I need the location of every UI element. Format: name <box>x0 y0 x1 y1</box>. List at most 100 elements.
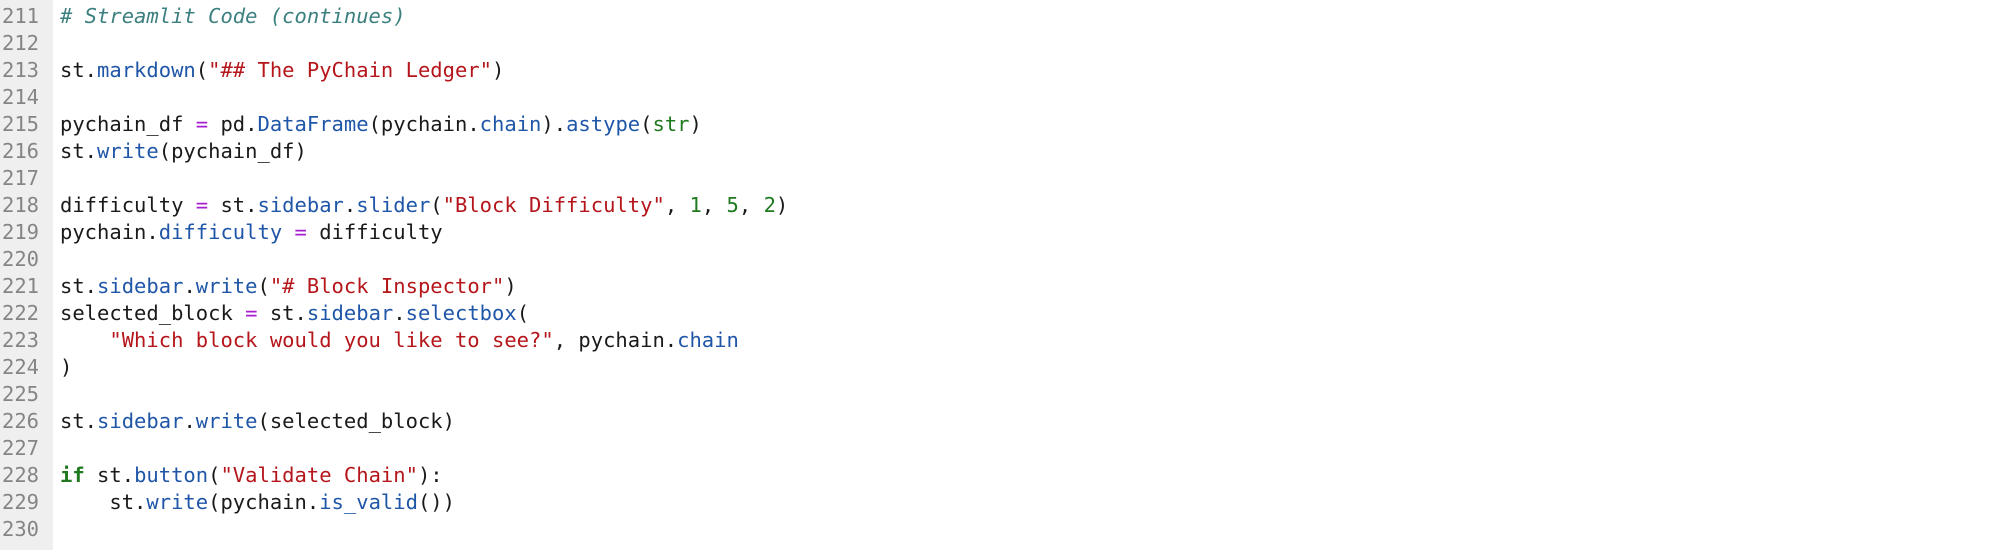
code-token: ( <box>516 301 530 325</box>
line-number: 225 <box>2 382 40 406</box>
line-number: 213 <box>2 58 40 82</box>
code-token: selected_block <box>60 301 246 325</box>
code-token: "# Block Inspector" <box>269 274 505 298</box>
code-editor[interactable]: 211 # Streamlit Code (continues) 212 213 st.… <box>0 0 2010 550</box>
line-number: 218 <box>2 193 40 217</box>
line-code: st.write(pychain_df) <box>60 138 307 165</box>
line-code: difficulty = st.sidebar.slider("Block Di… <box>60 192 788 219</box>
code-token: , <box>738 193 764 217</box>
code-token: st. <box>60 274 98 298</box>
code-token: ): <box>417 463 443 487</box>
code-token: 2 <box>763 193 776 217</box>
code-token: (selected_block) <box>257 409 455 433</box>
line-code: pychain_df = pd.DataFrame(pychain.chain)… <box>60 111 702 138</box>
code-line[interactable]: 223 "Which block would you like to see?"… <box>0 327 739 354</box>
code-token: ) <box>60 355 73 379</box>
code-token: write <box>146 490 209 514</box>
line-number: 217 <box>2 166 40 190</box>
code-token: pychain. <box>60 220 159 244</box>
code-token: sidebar <box>97 409 184 433</box>
code-token: button <box>134 463 209 487</box>
code-token: = <box>294 220 307 244</box>
code-line[interactable]: 212 <box>0 30 46 57</box>
line-number: 222 <box>2 301 40 325</box>
code-line[interactable]: 213 st.markdown("## The PyChain Ledger") <box>0 57 504 84</box>
line-number: 215 <box>2 112 40 136</box>
code-token: st. <box>257 301 307 325</box>
code-token: ) <box>775 193 789 217</box>
code-token: st. <box>84 463 135 487</box>
code-token: ) <box>504 274 517 298</box>
code-token: , <box>701 193 727 217</box>
line-number: 230 <box>2 517 40 541</box>
code-line[interactable]: 227 <box>0 435 46 462</box>
line-code: # Streamlit Code (continues) <box>60 3 406 30</box>
line-number: 226 <box>2 409 40 433</box>
line-code: if st.button("Validate Chain"): <box>60 462 443 489</box>
code-token: st. <box>60 139 98 163</box>
line-code: selected_block = st.sidebar.selectbox( <box>60 300 529 327</box>
code-token: (pychain. <box>368 112 480 136</box>
code-token: ( <box>640 112 653 136</box>
code-line[interactable]: 230 <box>0 516 46 543</box>
code-token: . <box>183 409 196 433</box>
code-line[interactable]: 221 st.sidebar.write("# Block Inspector") <box>0 273 517 300</box>
code-token: ). <box>541 112 567 136</box>
code-token: "## The PyChain Ledger" <box>208 58 492 82</box>
code-token: "Which block would you like to see?" <box>109 328 554 352</box>
code-line[interactable]: 228 if st.button("Validate Chain"): <box>0 462 443 489</box>
line-code: ) <box>60 354 72 381</box>
code-line[interactable]: 216 st.write(pychain_df) <box>0 138 307 165</box>
code-line[interactable]: 224) <box>0 354 72 381</box>
code-token: , pychain. <box>553 328 678 352</box>
code-token: (pychain_df) <box>158 139 307 163</box>
code-line[interactable]: 218 difficulty = st.sidebar.slider("Block… <box>0 192 788 219</box>
code-token: markdown <box>97 58 196 82</box>
code-token: 5 <box>726 193 739 217</box>
code-token: write <box>97 139 159 163</box>
code-line[interactable]: 214 <box>0 84 46 111</box>
code-token: ( <box>257 274 270 298</box>
code-line[interactable]: 219 pychain.difficulty = difficulty <box>0 219 443 246</box>
code-token: ( <box>430 193 443 217</box>
line-number: 219 <box>2 220 40 244</box>
code-token: selectbox <box>405 301 517 325</box>
line-number: 224 <box>2 355 40 379</box>
code-token: # Streamlit Code (continues) <box>60 4 406 28</box>
line-code: "Which block would you like to see?", py… <box>60 327 738 354</box>
code-line[interactable]: 217 <box>0 165 46 192</box>
code-token: difficulty <box>158 220 283 244</box>
line-number: 216 <box>2 139 40 163</box>
code-token: difficulty <box>306 220 443 244</box>
code-token: ) <box>689 112 702 136</box>
code-token: st. <box>60 58 98 82</box>
code-line[interactable]: 215 pychain_df = pd.DataFrame(pychain.cha… <box>0 111 702 138</box>
code-token: if <box>60 463 85 487</box>
code-token: ( <box>208 463 221 487</box>
code-token: chain <box>479 112 542 136</box>
code-token: st. <box>60 409 98 433</box>
code-token: ) <box>492 58 505 82</box>
code-line[interactable]: 211 # Streamlit Code (continues) <box>0 3 406 30</box>
code-token: pd. <box>208 112 258 136</box>
code-line[interactable]: 229 st.write(pychain.is_valid()) <box>0 489 455 516</box>
line-number: 214 <box>2 85 40 109</box>
code-token: astype <box>566 112 641 136</box>
code-token: ()) <box>417 490 455 514</box>
code-line[interactable]: 220 <box>0 246 46 273</box>
code-token: sidebar <box>306 301 394 325</box>
code-token: "Block Difficulty" <box>442 193 665 217</box>
code-token: pychain_df <box>60 112 196 136</box>
code-token: sidebar <box>257 193 344 217</box>
code-line[interactable]: 222 selected_block = st.sidebar.selectbox… <box>0 300 529 327</box>
code-line[interactable]: 226 st.sidebar.write(selected_block) <box>0 408 455 435</box>
line-code: st.write(pychain.is_valid()) <box>60 489 455 516</box>
line-number: 220 <box>2 247 40 271</box>
code-line[interactable]: 225 <box>0 381 46 408</box>
code-token: 1 <box>689 193 702 217</box>
line-code: st.sidebar.write(selected_block) <box>60 408 455 435</box>
line-number: 228 <box>2 463 40 487</box>
code-token: (pychain. <box>208 490 320 514</box>
